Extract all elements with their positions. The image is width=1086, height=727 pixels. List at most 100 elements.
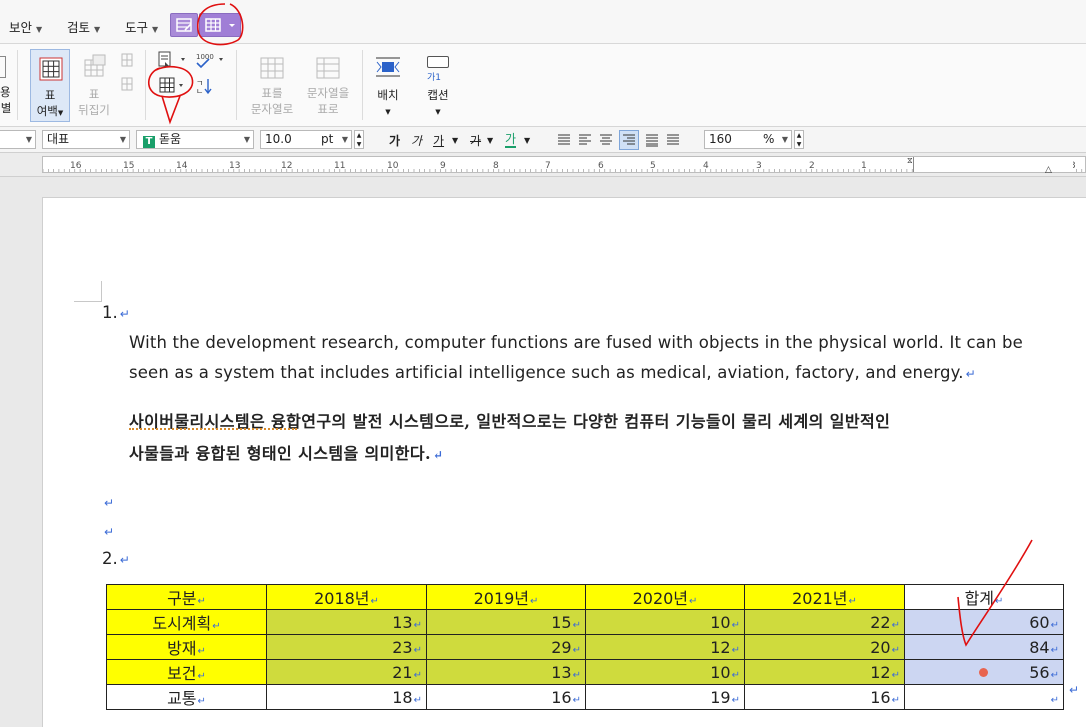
table-cell[interactable]: 23↵: [266, 634, 427, 660]
cell-value: 21: [392, 662, 413, 682]
row-label-cell[interactable]: 도시계획↵: [106, 609, 267, 635]
return-mark-icon: ↵: [413, 694, 422, 706]
cell-properties-button[interactable]: [157, 76, 189, 96]
table-cell[interactable]: 18↵: [266, 684, 427, 710]
style-select[interactable]: 대표 ▼: [42, 130, 130, 149]
font-size-spinner[interactable]: ▲ ▼: [354, 130, 364, 149]
arrange-button[interactable]: 배치 ▼: [370, 50, 406, 122]
table-cell[interactable]: 29↵: [426, 634, 586, 660]
table-to-text-button[interactable]: 표를 문자열로: [246, 50, 298, 122]
row-label-cell[interactable]: 교통↵: [106, 684, 267, 710]
table-cell[interactable]: 16↵: [744, 684, 905, 710]
divide-button[interactable]: [665, 132, 681, 148]
divider: [145, 50, 146, 120]
header-cell[interactable]: 2018년↵: [266, 584, 427, 610]
menu-security-label: 보안: [9, 20, 33, 35]
caption-button[interactable]: 가1 캡션 ▼: [419, 50, 457, 122]
total-cell[interactable]: 56↵: [904, 659, 1064, 685]
header-cell[interactable]: 구분↵: [106, 584, 267, 610]
cut-combo[interactable]: ▼: [0, 130, 36, 149]
font-color-button[interactable]: 가: [505, 132, 517, 148]
table-margin-button[interactable]: 표 여백▼: [30, 49, 70, 122]
align-left-button[interactable]: [577, 132, 593, 148]
align-justify-button[interactable]: [556, 132, 572, 148]
right-margin-marker-icon[interactable]: △: [1045, 165, 1052, 175]
menu-tools[interactable]: 도구 ▼: [125, 17, 158, 36]
total-cell[interactable]: ↵: [904, 684, 1064, 710]
return-mark-icon: ↵: [197, 596, 206, 607]
table-design-tab[interactable]: [170, 13, 198, 37]
item1-num-text: 1.: [102, 303, 118, 322]
italic-button[interactable]: 가: [411, 132, 422, 149]
table-cell[interactable]: 10↵: [585, 659, 745, 685]
table-cell[interactable]: 19↵: [585, 684, 745, 710]
return-mark-icon: ↵: [572, 669, 581, 681]
return-mark-icon: ↵: [965, 367, 976, 381]
font-size-unit: pt: [321, 132, 334, 146]
table-cell[interactable]: 20↵: [744, 634, 905, 660]
table-cell[interactable]: 13↵: [426, 659, 586, 685]
header-cell[interactable]: 2021년↵: [744, 584, 905, 610]
split-cell-icon[interactable]: [119, 52, 135, 68]
chevron-down-icon[interactable]: ▼: [487, 136, 493, 145]
table-cell[interactable]: 10↵: [585, 609, 745, 635]
table-cell[interactable]: 13↵: [266, 609, 427, 635]
underline-button[interactable]: 가: [433, 132, 444, 149]
cell-value: 23: [392, 637, 413, 657]
total-cell[interactable]: 60↵: [904, 609, 1064, 635]
line-spacing-spinner[interactable]: ▲ ▼: [794, 130, 804, 149]
return-mark-icon: ↵: [731, 694, 740, 706]
table-cell[interactable]: 12↵: [744, 659, 905, 685]
table-cell[interactable]: 15↵: [426, 609, 586, 635]
format-toolbar: ▼ 대표 ▼ T 돋움 ▼ 10.0 pt ▼ ▲ ▼ 가 가 가 ▼ 가 ▼ 가 ▼ 16…: [0, 127, 1086, 153]
return-mark-icon: ↵: [370, 596, 379, 607]
text-to-table-button[interactable]: 문자열을 표로: [302, 50, 354, 122]
line-spacing-input[interactable]: 160% ▼: [704, 130, 792, 149]
table-cell[interactable]: 21↵: [266, 659, 427, 685]
header-text: 2021년: [792, 589, 848, 608]
header-cell[interactable]: 2020년↵: [585, 584, 745, 610]
table-cell[interactable]: 12↵: [585, 634, 745, 660]
row-label-cell[interactable]: 보건↵: [106, 659, 267, 685]
menu-security[interactable]: 보안 ▼: [9, 17, 42, 36]
table-cell[interactable]: 16↵: [426, 684, 586, 710]
align-right-button[interactable]: [619, 130, 639, 150]
cut-left-label-bottom: 별: [0, 101, 12, 115]
sort-button[interactable]: ㄱ ㄴ: [194, 76, 214, 96]
spell-underline: [129, 428, 297, 430]
menu-review[interactable]: 검토 ▼: [67, 17, 100, 36]
insert-row-button[interactable]: [157, 50, 189, 70]
header-cell[interactable]: 2019년↵: [426, 584, 586, 610]
chevron-down-icon[interactable]: ▼: [524, 136, 530, 145]
cell-properties-icon: [159, 77, 183, 93]
ruler-label: 10: [387, 161, 399, 171]
ruler[interactable]: 16151413121110987654321123 ⧖ △: [0, 153, 1086, 177]
t2s-label: 표를: [261, 86, 283, 100]
strike-button[interactable]: 가: [470, 132, 481, 149]
total-cell[interactable]: 84↵: [904, 634, 1064, 660]
table-margin-icon: [39, 57, 63, 81]
indent-marker-icon[interactable]: ⧖: [907, 157, 913, 165]
data-table[interactable]: 구분↵ 2018년↵ 2019년↵ 2020년↵ 2021년↵ 합계↵ 도시계획…: [106, 584, 1064, 710]
return-mark-icon: ↵: [731, 669, 740, 681]
header-cell[interactable]: 합계↵: [904, 584, 1064, 610]
chevron-down-icon[interactable]: ▼: [452, 136, 458, 145]
align-right-icon: [623, 134, 635, 145]
bold-button[interactable]: 가: [389, 132, 400, 149]
caption-icon-text: 가1: [427, 73, 442, 83]
cell-value: 13: [392, 612, 413, 632]
font-select[interactable]: T 돋움 ▼: [136, 130, 254, 149]
header-text: 2018년: [314, 589, 370, 608]
distribute-button[interactable]: [644, 132, 660, 148]
cell-value: 16: [870, 687, 891, 707]
cell-value: 15: [551, 612, 572, 632]
row-label-cell[interactable]: 방재↵: [106, 634, 267, 660]
korean-paragraph-line2: 사물들과 융합된 형태인 시스템을 의미한다. ↵: [129, 440, 443, 464]
table-flip-button[interactable]: 표 뒤집기: [74, 50, 114, 122]
auto-fill-button[interactable]: 1000: [194, 50, 228, 70]
align-center-button[interactable]: [598, 132, 614, 148]
table-layout-tab[interactable]: [199, 13, 241, 37]
table-cell[interactable]: 22↵: [744, 609, 905, 635]
merge-cell-icon[interactable]: [119, 76, 135, 92]
font-size-input[interactable]: 10.0 pt ▼: [260, 130, 352, 149]
